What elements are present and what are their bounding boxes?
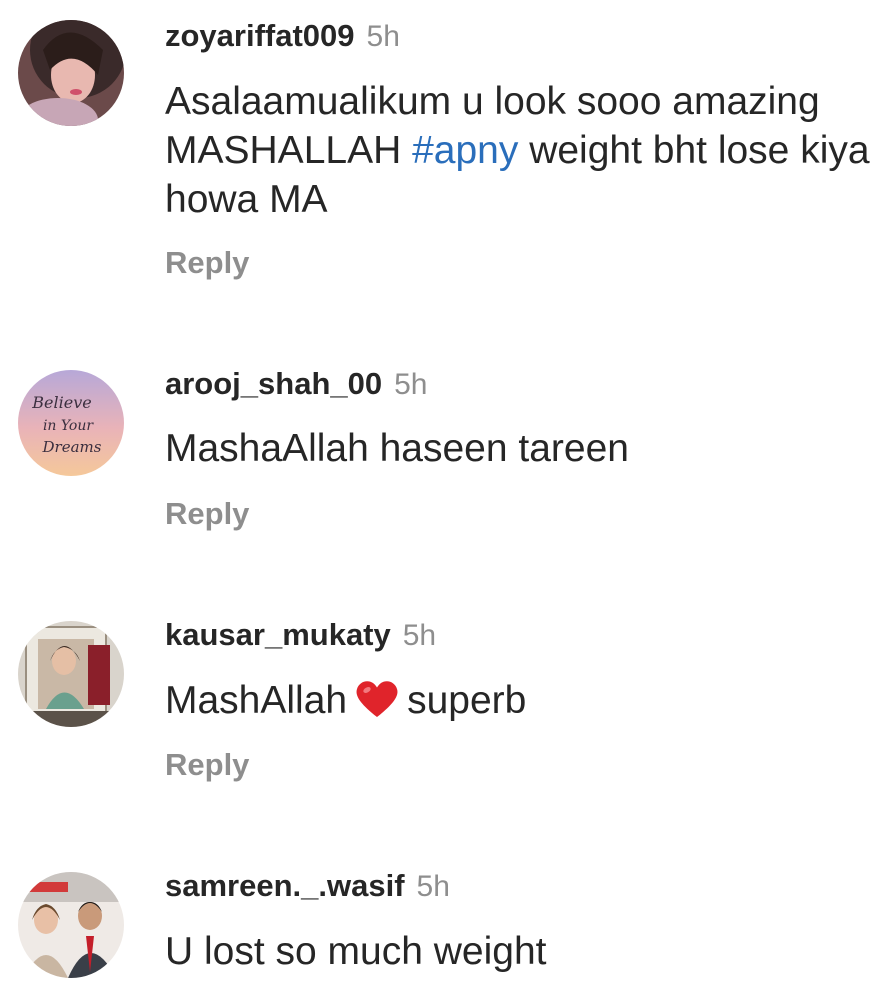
avatar[interactable] bbox=[18, 872, 124, 978]
hashtag-link[interactable]: #apny bbox=[412, 129, 518, 172]
avatar[interactable] bbox=[18, 20, 124, 126]
timestamp: 5h bbox=[366, 20, 400, 53]
reply-button[interactable]: Reply bbox=[165, 245, 249, 281]
avatar-text: Dreams bbox=[42, 438, 102, 456]
comment-text: U lost so much weight bbox=[165, 930, 547, 973]
reply-button[interactable]: Reply bbox=[165, 747, 249, 783]
comment-text: Asalaamualikum u look sooo amazing MASHA… bbox=[165, 77, 880, 224]
username[interactable]: samreen._.wasif bbox=[165, 868, 405, 903]
timestamp: 5h bbox=[394, 368, 428, 401]
comment-meta: arooj_shah_00 5h bbox=[165, 366, 427, 408]
avatar[interactable]: Believe in Your Dreams bbox=[18, 370, 124, 476]
avatar-text: Believe bbox=[31, 393, 91, 412]
comment-meta: zoyariffat009 5h bbox=[165, 18, 400, 60]
comment-text-part: superb bbox=[407, 679, 527, 722]
timestamp: 5h bbox=[416, 870, 450, 903]
user-photo bbox=[18, 872, 124, 978]
username[interactable]: zoyariffat009 bbox=[165, 18, 355, 53]
user-photo bbox=[18, 621, 124, 727]
avatar[interactable] bbox=[18, 621, 124, 727]
avatar-text: in Your bbox=[43, 418, 94, 434]
comment-meta: samreen._.wasif 5h bbox=[165, 868, 450, 910]
comment-text: MashaAllah haseen tareen bbox=[165, 427, 629, 470]
user-photo bbox=[18, 20, 124, 126]
reply-button[interactable]: Reply bbox=[165, 496, 249, 532]
username[interactable]: arooj_shah_00 bbox=[165, 366, 382, 401]
heart-icon bbox=[355, 679, 399, 731]
timestamp: 5h bbox=[402, 619, 437, 652]
comment-meta: kausar_mukaty 5h bbox=[165, 617, 436, 659]
username[interactable]: kausar_mukaty bbox=[165, 617, 391, 652]
user-photo: Believe in Your Dreams bbox=[18, 370, 124, 476]
comment-text: MashAllah superb bbox=[165, 676, 880, 731]
comment-text-part: MashAllah bbox=[165, 679, 348, 722]
